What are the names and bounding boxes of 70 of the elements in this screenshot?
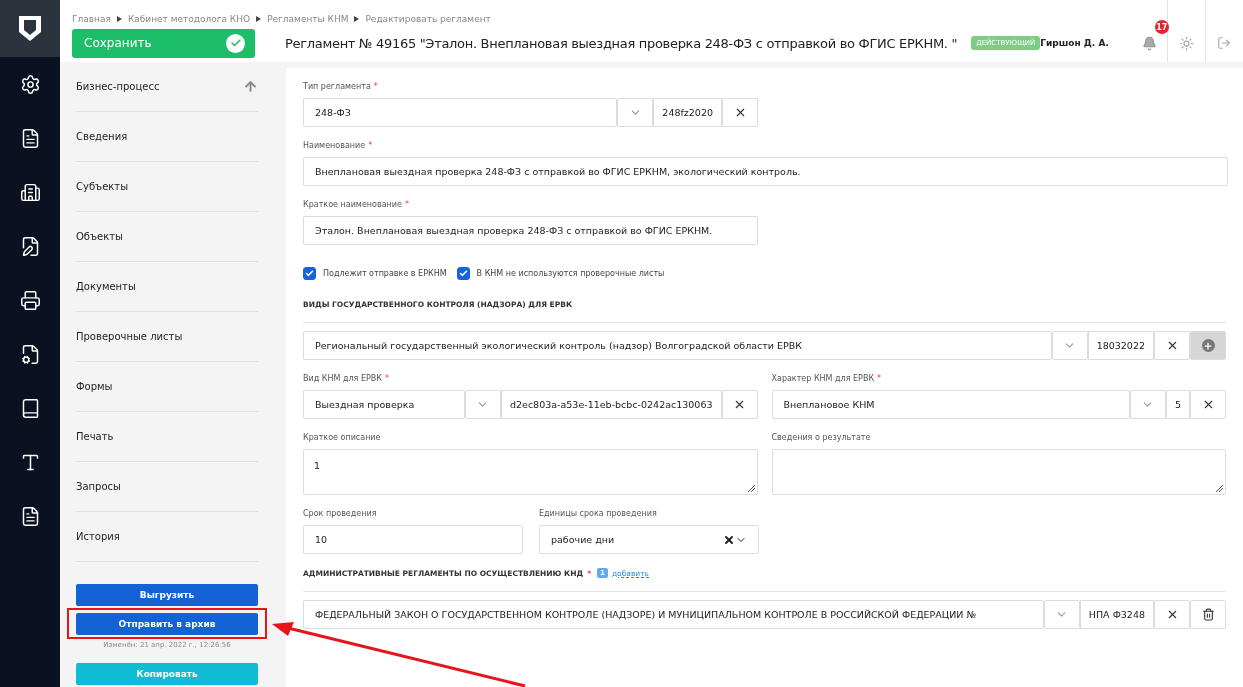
select-field[interactable]: ФЕДЕРАЛЬНЫЙ ЗАКОН О ГОСУДАРСТВЕННОМ КОНТРОЛЕ (НАДЗОРЕ) И МУНИЦИПАЛЬНОМ КОНТРОЛЕ В РОССИЙСКОЙ ФЕДЕРАЦИИ № — [303, 600, 1044, 629]
field-label: Вид КНМ для ЕРВК — [303, 374, 382, 385]
code-field: НПА Ф3248 — [1079, 600, 1154, 629]
checkbox[interactable] — [456, 267, 470, 280]
field-label: Характер КНМ для ЕРВК — [771, 374, 875, 385]
input-field[interactable]: Внеплановая выездная проверка 248-ФЗ с отправкой во ФГИС ЕРКНМ, экологический контроль. — [303, 157, 1228, 186]
sidebar-item[interactable]: Формы — [76, 362, 258, 412]
breadcrumb-link[interactable]: Регламенты КНМ — [267, 14, 349, 24]
sidebar-item[interactable]: Бизнес-процесс — [76, 62, 258, 112]
sidebar-item[interactable]: История — [76, 512, 258, 562]
trash-icon — [1201, 608, 1215, 621]
required-mark: * — [368, 141, 373, 152]
breadcrumb-arrow-icon — [354, 16, 360, 22]
breadcrumb-link[interactable]: Редактировать регламент — [365, 14, 491, 24]
field-label: Срок проведения — [303, 509, 377, 520]
checkbox[interactable] — [303, 267, 316, 280]
clear-button[interactable] — [721, 390, 758, 419]
field-label: Краткое описание — [303, 433, 381, 444]
logo-icon[interactable] — [0, 0, 60, 57]
add-button[interactable] — [1190, 331, 1226, 360]
code-field: 248fz2020 — [653, 98, 722, 127]
field-label: Наименование — [303, 141, 366, 152]
checkbox-label: Подлежит отправке в ЕРКНМ — [323, 269, 447, 278]
close-icon — [733, 398, 746, 411]
field-label: Единицы срока проведения — [539, 509, 657, 520]
plus-icon — [1201, 339, 1215, 352]
clear-button[interactable] — [1190, 390, 1226, 419]
select-field[interactable]: Выездная проверка — [303, 390, 465, 419]
sidebar-item[interactable]: Сведения — [76, 112, 258, 162]
clear-button[interactable] — [722, 98, 758, 127]
required-mark: * — [384, 374, 389, 385]
page-title: Регламент № 49165 "Эталон. Внеплановая выездная проверка 248-ФЗ с отправкой во ФГИС ЕРКНМ. " — [285, 35, 958, 51]
sidebar-item[interactable]: Документы — [76, 262, 258, 312]
code-field: 18032022 — [1087, 331, 1154, 360]
breadcrumb-arrow-icon — [116, 16, 122, 22]
code-field: 5 — [1165, 390, 1190, 419]
breadcrumb-arrow-icon — [256, 16, 262, 22]
field-label: Краткое наименование — [303, 200, 402, 211]
resize-grip-icon[interactable] — [747, 485, 755, 492]
resize-grip-icon[interactable] — [1216, 485, 1223, 492]
input-field[interactable]: 10 — [303, 525, 523, 554]
required-mark: * — [373, 82, 378, 93]
required-mark: * — [404, 200, 409, 211]
sidebar-item[interactable]: Субъекты — [76, 162, 258, 212]
text-area[interactable]: 1 — [303, 449, 758, 495]
delete-button[interactable] — [1190, 600, 1226, 629]
required-mark: * — [877, 374, 882, 385]
archive-button[interactable]: Отправить в архив — [76, 613, 258, 635]
user-name[interactable]: Гиршон Д. А. — [1040, 38, 1109, 48]
select-field[interactable]: 248-ФЗ — [303, 98, 618, 127]
checkbox-label: В КНМ не используются проверочные листы — [476, 269, 665, 278]
check-icon — [226, 33, 245, 53]
select-field[interactable]: Региональный государственный экологический контроль (надзор) Волгоградской области ЕРВК — [303, 331, 1052, 360]
sidebar-item[interactable]: Объекты — [76, 212, 258, 262]
sidebar-item[interactable]: Запросы — [76, 462, 258, 512]
sidebar-item[interactable]: Проверочные листы — [76, 312, 258, 362]
breadcrumb-link[interactable]: Кабинет методолога КНО — [127, 14, 251, 24]
bell-icon[interactable] — [1142, 35, 1158, 51]
sidebar-item[interactable]: Печать — [76, 412, 258, 462]
export-button[interactable]: Выгрузить — [76, 584, 258, 606]
field-label: Тип регламента — [303, 82, 371, 93]
input-field[interactable]: Эталон. Внеплановая выездная проверка 248-ФЗ с отправкой во ФГИС ЕРКНМ. — [303, 216, 758, 245]
select-field[interactable]: рабочие дни — [539, 525, 759, 554]
clear-button[interactable] — [1154, 331, 1190, 360]
breadcrumb-link[interactable]: Главная — [72, 14, 111, 24]
field-label: Сведения о результате — [771, 433, 871, 444]
close-icon[interactable] — [723, 533, 735, 546]
notification-count: 17 — [1154, 20, 1169, 34]
select-field[interactable]: Внеплановое КНМ — [771, 390, 1130, 419]
code-field: d2ec803a-a53e-11eb-bcbc-0242ac130063 — [500, 390, 722, 419]
